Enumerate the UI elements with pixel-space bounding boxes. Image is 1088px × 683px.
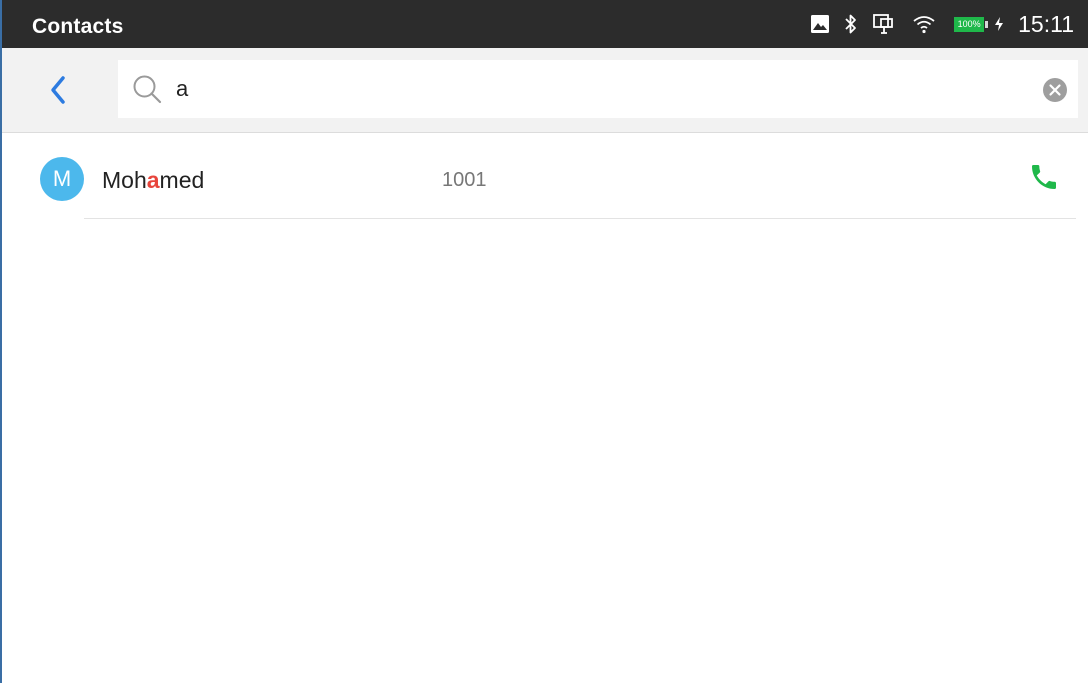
call-button[interactable] bbox=[1024, 157, 1064, 197]
app-title: Contacts bbox=[32, 15, 124, 38]
contact-number: 1001 bbox=[442, 169, 487, 191]
network-icon bbox=[872, 13, 894, 35]
search-header bbox=[2, 48, 1088, 133]
avatar: M bbox=[40, 157, 84, 201]
clear-icon[interactable] bbox=[1042, 77, 1068, 103]
status-icons: 100% 15:11 bbox=[796, 0, 1074, 48]
battery-icon: 100% bbox=[954, 16, 989, 32]
search-icon bbox=[133, 75, 162, 104]
contact-list-item[interactable]: M Mohamed 1001 bbox=[2, 133, 1088, 219]
status-bar: Contacts 100% 15:11 bbox=[2, 0, 1088, 48]
wifi-icon bbox=[912, 14, 936, 34]
phone-icon bbox=[1032, 165, 1056, 189]
image-icon bbox=[810, 14, 830, 34]
search-input[interactable] bbox=[176, 70, 1016, 108]
back-arrow-icon bbox=[51, 76, 65, 104]
battery-tip bbox=[985, 20, 989, 28]
bluetooth-icon bbox=[844, 13, 858, 35]
contact-name-match: a bbox=[146, 167, 160, 193]
row-divider bbox=[84, 218, 1076, 219]
contact-name: Mohamed bbox=[102, 167, 204, 194]
back-button[interactable] bbox=[40, 72, 76, 108]
battery-level: 100% bbox=[954, 16, 985, 32]
status-clock: 15:11 bbox=[1018, 10, 1074, 37]
contacts-screen: Contacts 100% 15:11 a M Mohamed 1001 bbox=[0, 0, 1088, 683]
search-box[interactable] bbox=[118, 60, 1078, 118]
contact-name-part: med bbox=[159, 167, 205, 193]
charging-icon bbox=[994, 16, 1004, 32]
contact-name-part: Moh bbox=[102, 167, 147, 193]
